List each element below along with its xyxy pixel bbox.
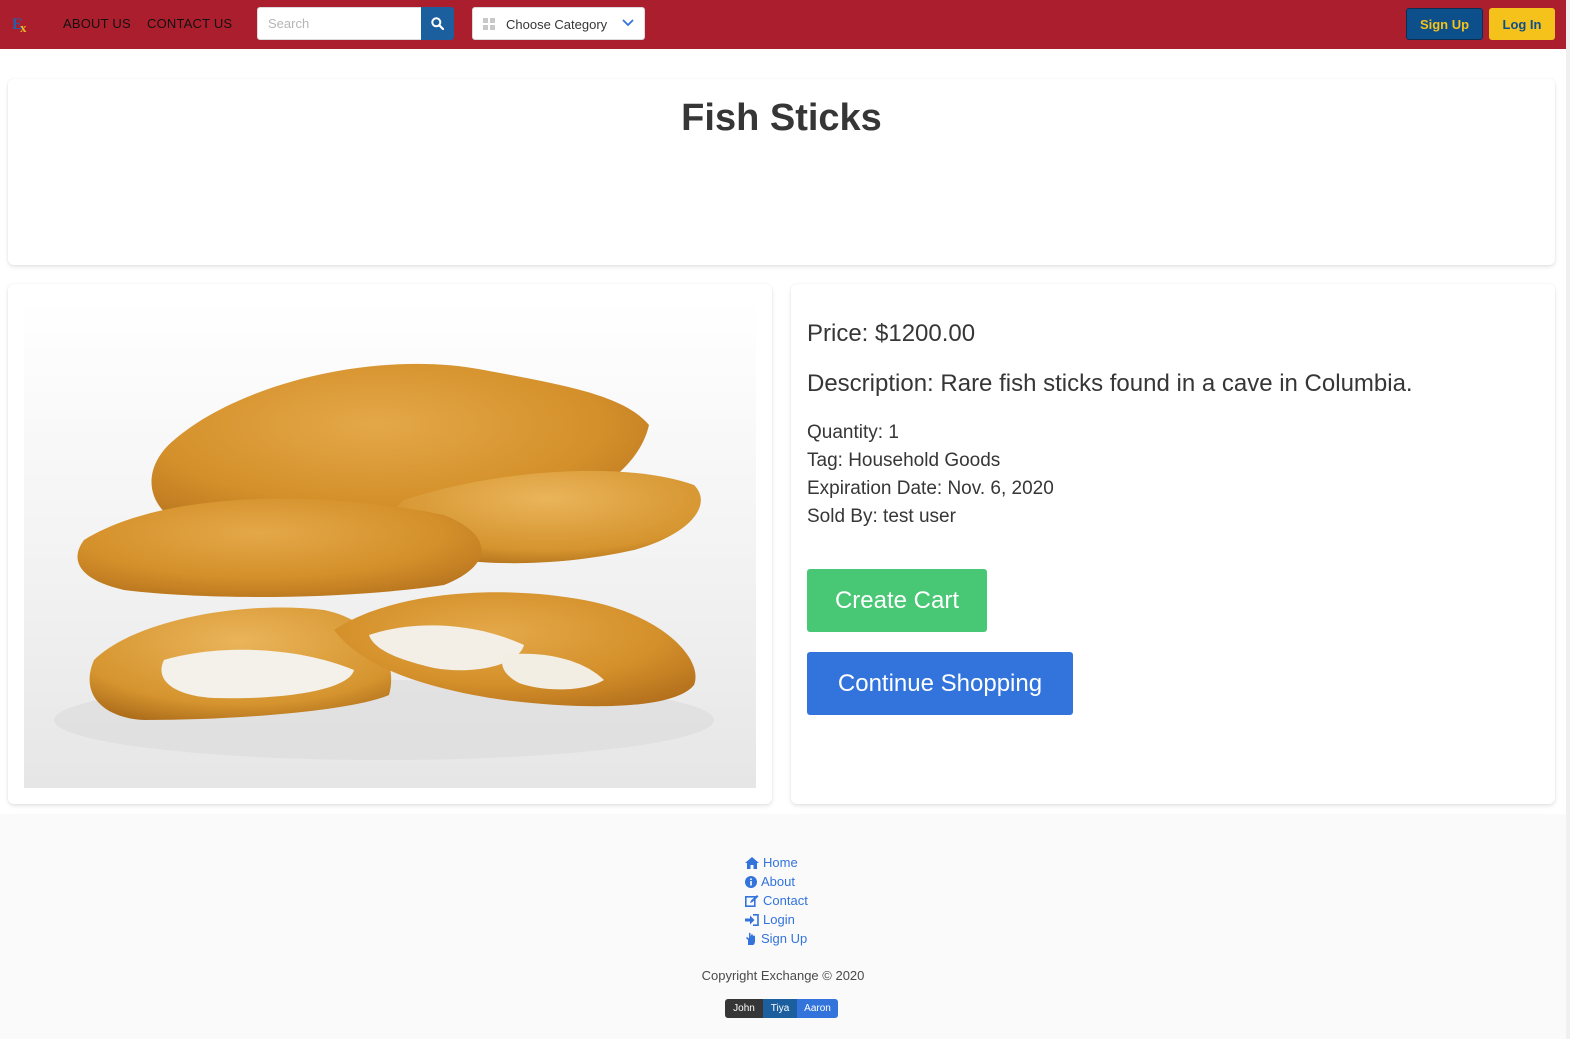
footer-link-home[interactable]: Home (745, 853, 808, 872)
footer: Home About Contact Login Sign Up Copyrig… (0, 814, 1566, 1039)
footer-link-about[interactable]: About (745, 872, 808, 891)
create-cart-button[interactable]: Create Cart (807, 569, 987, 632)
home-icon (745, 856, 759, 869)
hand-icon (746, 932, 755, 945)
product-seller: Sold By: test user (807, 506, 956, 527)
footer-link-label: Login (763, 912, 795, 927)
signup-button[interactable]: Sign Up (1406, 8, 1483, 40)
product-title-card: Fish Sticks (8, 79, 1555, 265)
footer-link-label: Sign Up (761, 931, 808, 946)
footer-link-label: About (761, 874, 795, 889)
svg-text:x: x (20, 20, 27, 35)
product-tag: Tag: Household Goods (807, 450, 1001, 471)
exchange-logo[interactable]: E x (12, 13, 32, 35)
footer-link-label: Contact (763, 893, 808, 908)
author-tag-john: John (725, 999, 763, 1018)
product-description: Description: Rare fish sticks found in a… (807, 370, 1413, 397)
info-icon (745, 875, 757, 888)
footer-link-signup[interactable]: Sign Up (745, 929, 808, 948)
category-select[interactable]: Choose Category (472, 7, 645, 40)
search-icon (431, 17, 444, 30)
footer-link-contact[interactable]: Contact (745, 891, 808, 910)
navbar: E x ABOUT US CONTACT US Choose Category … (0, 0, 1566, 49)
footer-link-label: Home (763, 855, 798, 870)
continue-shopping-button[interactable]: Continue Shopping (807, 652, 1073, 715)
product-title: Fish Sticks (681, 97, 882, 139)
author-tag-aaron: Aaron (797, 999, 838, 1018)
author-tags: John Tiya Aaron (725, 999, 838, 1018)
edit-icon (745, 894, 759, 907)
chevron-down-icon (622, 19, 634, 27)
product-quantity: Quantity: 1 (807, 422, 899, 443)
grid-icon (483, 18, 495, 30)
nav-contact-link[interactable]: CONTACT US (147, 16, 232, 31)
copyright-text: Copyright Exchange © 2020 (701, 968, 865, 983)
footer-link-login[interactable]: Login (745, 910, 808, 929)
author-tag-tiya: Tiya (763, 999, 797, 1018)
footer-links: Home About Contact Login Sign Up (745, 853, 808, 948)
product-image (24, 300, 756, 788)
search-button[interactable] (421, 7, 454, 40)
product-details-card: Price: $1200.00 Description: Rare fish s… (791, 284, 1555, 804)
sign-in-icon (745, 913, 759, 926)
nav-about-link[interactable]: ABOUT US (63, 16, 131, 31)
scrollbar[interactable] (1566, 0, 1570, 1039)
product-price: Price: $1200.00 (807, 320, 976, 347)
search-input[interactable] (257, 7, 422, 40)
category-label: Choose Category (506, 17, 608, 32)
login-button[interactable]: Log In (1489, 8, 1555, 40)
product-image-card (8, 284, 772, 804)
product-expiration: Expiration Date: Nov. 6, 2020 (807, 478, 1054, 499)
